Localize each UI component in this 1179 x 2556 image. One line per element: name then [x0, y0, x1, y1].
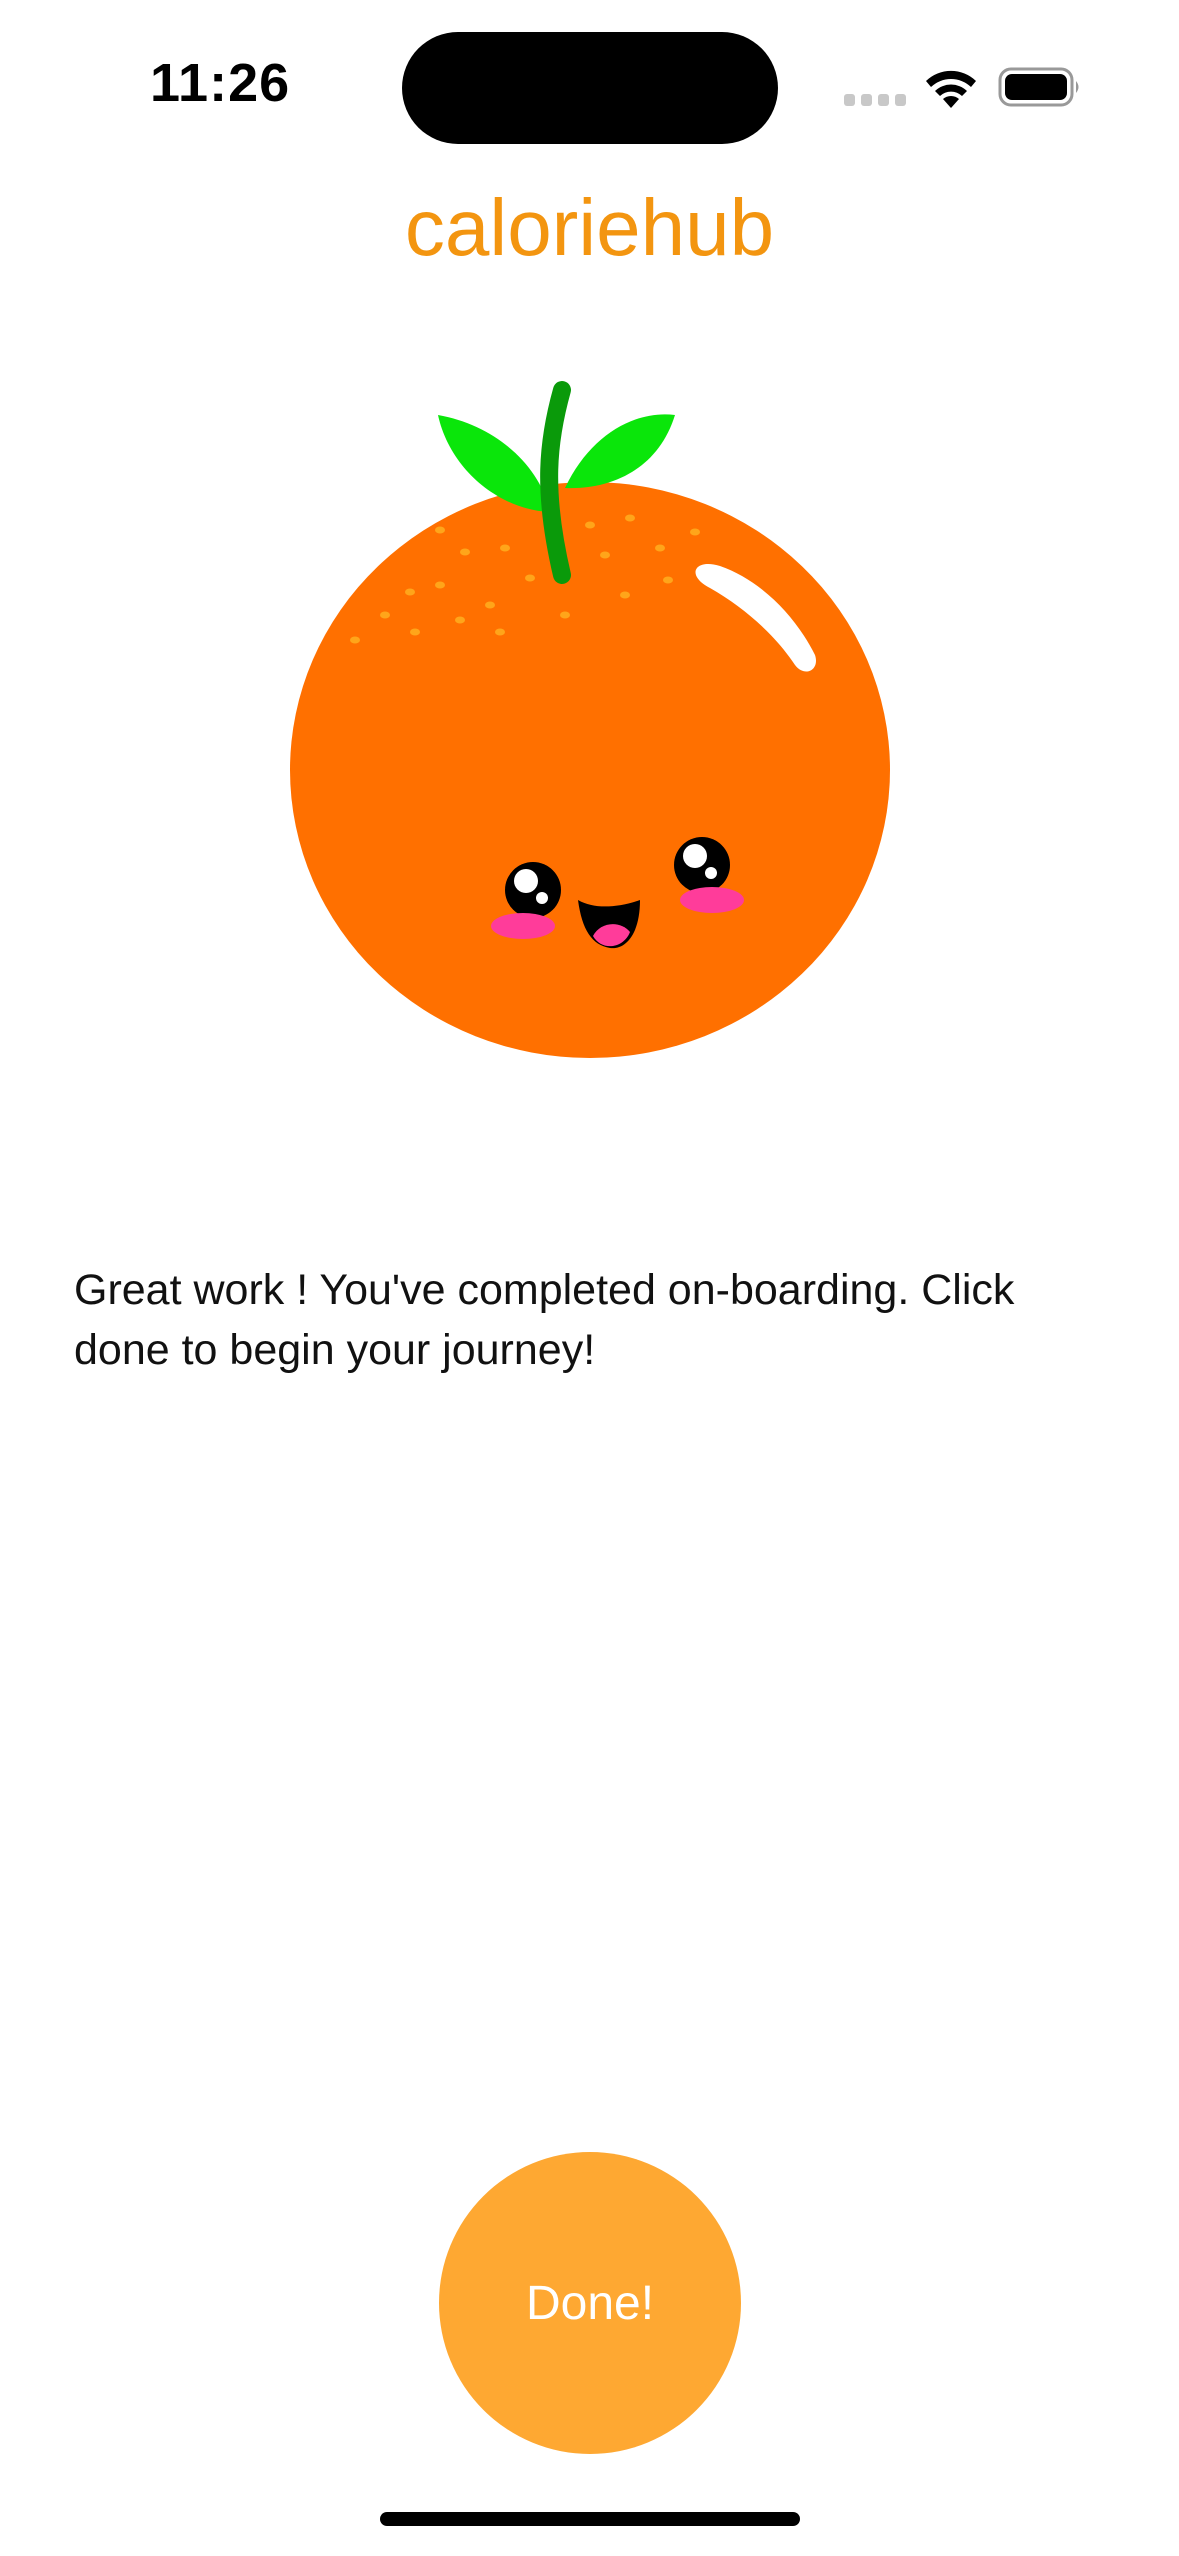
- orange-mascot-icon: [290, 381, 890, 1058]
- app-title: caloriehub: [404, 183, 775, 272]
- battery-icon: [998, 67, 1079, 107]
- done-button[interactable]: Done!: [439, 2152, 741, 2454]
- signal-icon: [844, 94, 906, 106]
- dynamic-island: [402, 32, 778, 144]
- wifi-icon: [926, 70, 976, 108]
- status-bar: 11:26: [0, 0, 1179, 170]
- status-time: 11:26: [150, 53, 291, 113]
- completion-message: Great work ! You've completed on-boardin…: [74, 1266, 1015, 1374]
- home-indicator[interactable]: [380, 2512, 800, 2526]
